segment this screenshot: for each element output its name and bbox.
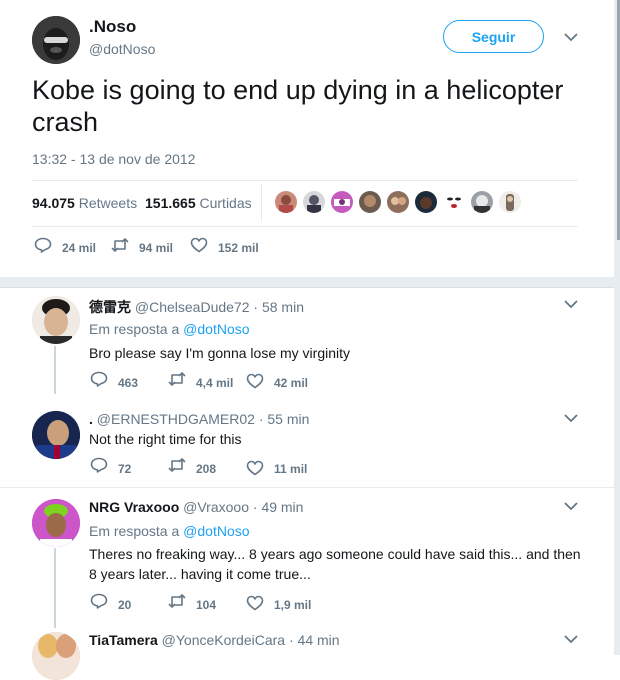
thread-line [54, 548, 56, 628]
reply-time[interactable]: 55 min [267, 411, 309, 427]
follow-button[interactable]: Seguir [443, 20, 544, 53]
retweet-icon[interactable] [168, 593, 186, 609]
mention-link[interactable]: @dotNoso [183, 321, 249, 337]
retweet-count: 208 [196, 462, 217, 476]
reply-avatar[interactable] [32, 499, 80, 547]
divider [32, 226, 578, 227]
reply-name[interactable]: NRG Vraxooo [89, 499, 179, 515]
reply-time[interactable]: 58 min [262, 299, 304, 315]
retweet-count: 4,4 mil [196, 376, 234, 390]
retweets-stat-label: Retweets [78, 195, 138, 211]
author-display-name[interactable]: .Noso [89, 17, 136, 37]
liker-avatar[interactable] [415, 191, 437, 213]
reply-icon[interactable] [90, 457, 108, 473]
liker-avatar[interactable] [275, 191, 297, 213]
dot-separator: · [258, 411, 264, 427]
reply-handle[interactable]: @ChelseaDude72 [135, 299, 250, 315]
reply-header: 德雷克 @ChelseaDude72 · 58 min [89, 297, 304, 317]
liker-avatar[interactable] [499, 191, 521, 213]
reply-handle[interactable]: @Vraxooo [183, 499, 249, 515]
divider [0, 487, 614, 488]
reply-text-line: 8 years later... having it come true... [89, 566, 311, 582]
retweet-icon[interactable] [168, 371, 186, 387]
retweet-count: 94 mil [139, 241, 174, 255]
heart-icon[interactable] [190, 237, 208, 253]
reply-count: 24 mil [62, 241, 97, 255]
reply-prefix: Em resposta a [89, 321, 180, 337]
like-count: 42 mil [274, 376, 309, 390]
retweets-stat[interactable]: 94.075 Retweets [32, 195, 137, 211]
dot-separator: · [288, 632, 294, 648]
author-photo [32, 16, 80, 64]
likes-stat-label: Curtidas [199, 195, 252, 211]
vertical-divider [261, 184, 262, 222]
reply-count: 463 [118, 376, 139, 390]
reply-name[interactable]: . [89, 411, 93, 427]
reply-name[interactable]: TiaTamera [89, 632, 158, 648]
tweet-timestamp[interactable]: 13:32 - 13 de nov de 2012 [32, 151, 195, 167]
reply-icon[interactable] [34, 237, 52, 253]
like-count: 152 mil [218, 241, 259, 255]
author-handle[interactable]: @dotNoso [89, 41, 155, 57]
like-count: 11 mil [274, 462, 308, 476]
liker-avatar[interactable] [331, 191, 353, 213]
reply-text-line: Theres no freaking way... 8 years ago so… [89, 546, 581, 562]
heart-icon[interactable] [246, 595, 264, 611]
reply-handle[interactable]: @YonceKordeiCara [162, 632, 285, 648]
reply-time[interactable]: 49 min [261, 499, 303, 515]
likes-stat-count: 151.665 [145, 195, 196, 211]
reply-avatar[interactable] [32, 411, 80, 459]
reply-count: 20 [118, 598, 132, 612]
reply-avatar[interactable] [32, 632, 80, 680]
retweet-icon[interactable] [111, 237, 129, 253]
liker-avatar[interactable] [387, 191, 409, 213]
chevron-down-icon[interactable] [564, 634, 578, 644]
reply-photo [32, 499, 80, 547]
reply-icon[interactable] [90, 593, 108, 609]
chevron-down-icon[interactable] [564, 299, 578, 309]
liker-avatar[interactable] [359, 191, 381, 213]
reply-photo [32, 296, 80, 344]
reply-photo [32, 411, 80, 459]
reply-name[interactable]: 德雷克 [89, 299, 131, 315]
heart-icon[interactable] [246, 460, 264, 476]
retweets-stat-count: 94.075 [32, 195, 75, 211]
retweet-icon[interactable] [168, 457, 186, 473]
liker-avatar[interactable] [471, 191, 493, 213]
divider [0, 287, 614, 288]
author-avatar[interactable] [32, 16, 80, 64]
retweet-count: 104 [196, 598, 217, 612]
chevron-down-icon[interactable] [564, 413, 578, 423]
likes-stat[interactable]: 151.665 Curtidas [145, 195, 252, 211]
chevron-down-icon[interactable] [564, 32, 578, 42]
reply-context: Em resposta a @dotNoso [89, 523, 250, 539]
chevron-down-icon[interactable] [564, 501, 578, 511]
liker-avatar[interactable] [303, 191, 325, 213]
reply-time[interactable]: 44 min [298, 632, 340, 648]
liker-avatar[interactable] [443, 191, 465, 213]
reply-context: Em resposta a @dotNoso [89, 321, 250, 337]
reply-prefix: Em resposta a [89, 523, 180, 539]
reply-header: NRG Vraxooo @Vraxooo · 49 min [89, 499, 303, 515]
heart-icon[interactable] [246, 373, 264, 389]
like-count: 1,9 mil [274, 598, 312, 612]
dot-separator: · [252, 499, 258, 515]
reply-text: Not the right time for this [89, 431, 242, 447]
reply-handle[interactable]: @ERNESTHDGAMER02 [97, 411, 255, 427]
reply-header: . @ERNESTHDGAMER02 · 55 min [89, 411, 309, 427]
reply-photo [32, 632, 80, 680]
reply-avatar[interactable] [32, 296, 80, 344]
thread-line [54, 346, 56, 394]
section-gap [0, 277, 614, 287]
reply-text: Bro please say I'm gonna lose my virgini… [89, 345, 351, 361]
reply-icon[interactable] [90, 371, 108, 387]
dot-separator: · [253, 299, 259, 315]
divider [32, 180, 578, 181]
reply-count: 72 [118, 462, 132, 476]
mention-link[interactable]: @dotNoso [183, 523, 249, 539]
tweet-text: Kobe is going to end up dying in a helic… [32, 75, 564, 137]
reply-header: TiaTamera @YonceKordeiCara · 44 min [89, 632, 340, 648]
